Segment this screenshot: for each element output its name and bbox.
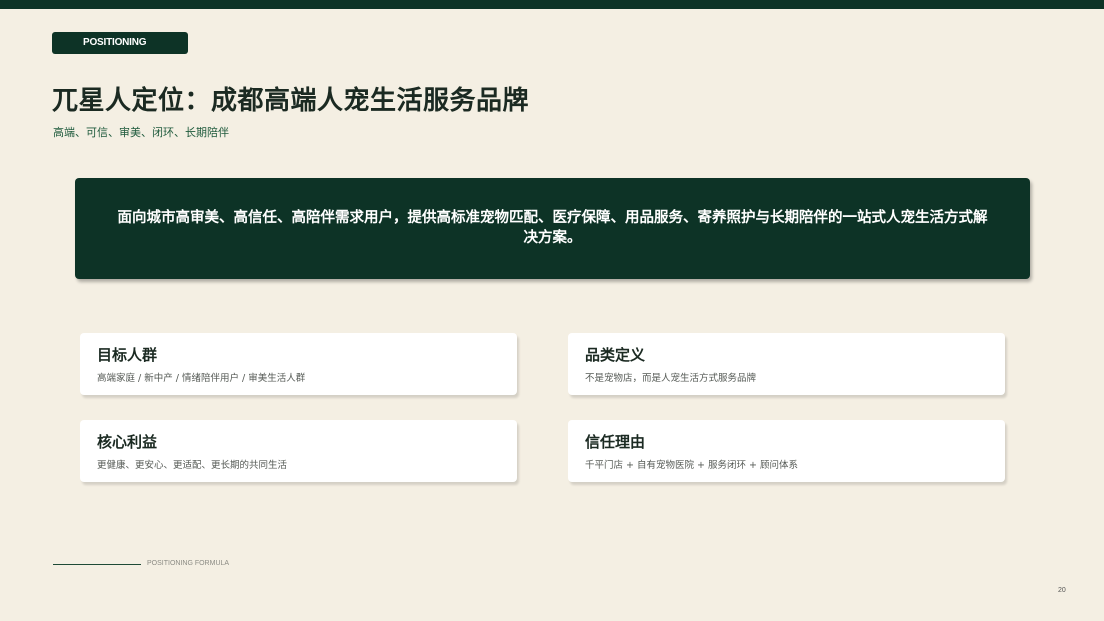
footer-divider-line	[53, 564, 141, 565]
page-subtitle: 高端、可信、审美、闭环、长期陪伴	[53, 126, 229, 139]
footer-label: POSITIONING FORMULA	[147, 560, 230, 567]
card-title: 核心利益	[97, 433, 158, 451]
card-description: 千平门店 + 自有宠物医院 + 服务闭环 + 顾问体系	[585, 460, 798, 471]
card-category-definition: 品类定义 不是宠物店，而是人宠生活方式服务品牌	[568, 333, 1005, 395]
top-accent-bar	[0, 0, 1104, 9]
page-number: 20	[1058, 587, 1066, 594]
page-title: 兀星人定位：成都高端人宠生活服务品牌	[52, 86, 530, 116]
card-title: 目标人群	[97, 346, 158, 364]
card-core-benefit: 核心利益 更健康、更安心、更适配、更长期的共同生活	[80, 420, 517, 482]
card-target-audience: 目标人群 高端家庭 / 新中产 / 情绪陪伴用户 / 审美生活人群	[80, 333, 517, 395]
positioning-statement-text: 面向城市高审美、高信任、高陪伴需求用户，提供高标准宠物匹配、医疗保障、用品服务、…	[117, 210, 988, 246]
card-description: 更健康、更安心、更适配、更长期的共同生活	[97, 460, 288, 471]
section-tag: POSITIONING	[52, 32, 188, 54]
card-title: 品类定义	[585, 346, 646, 364]
card-reasons-to-believe: 信任理由 千平门店 + 自有宠物医院 + 服务闭环 + 顾问体系	[568, 420, 1005, 482]
card-description: 高端家庭 / 新中产 / 情绪陪伴用户 / 审美生活人群	[97, 373, 306, 384]
positioning-statement-card: 面向城市高审美、高信任、高陪伴需求用户，提供高标准宠物匹配、医疗保障、用品服务、…	[75, 178, 1030, 279]
card-description: 不是宠物店，而是人宠生活方式服务品牌	[585, 373, 757, 384]
card-title: 信任理由	[585, 433, 646, 451]
